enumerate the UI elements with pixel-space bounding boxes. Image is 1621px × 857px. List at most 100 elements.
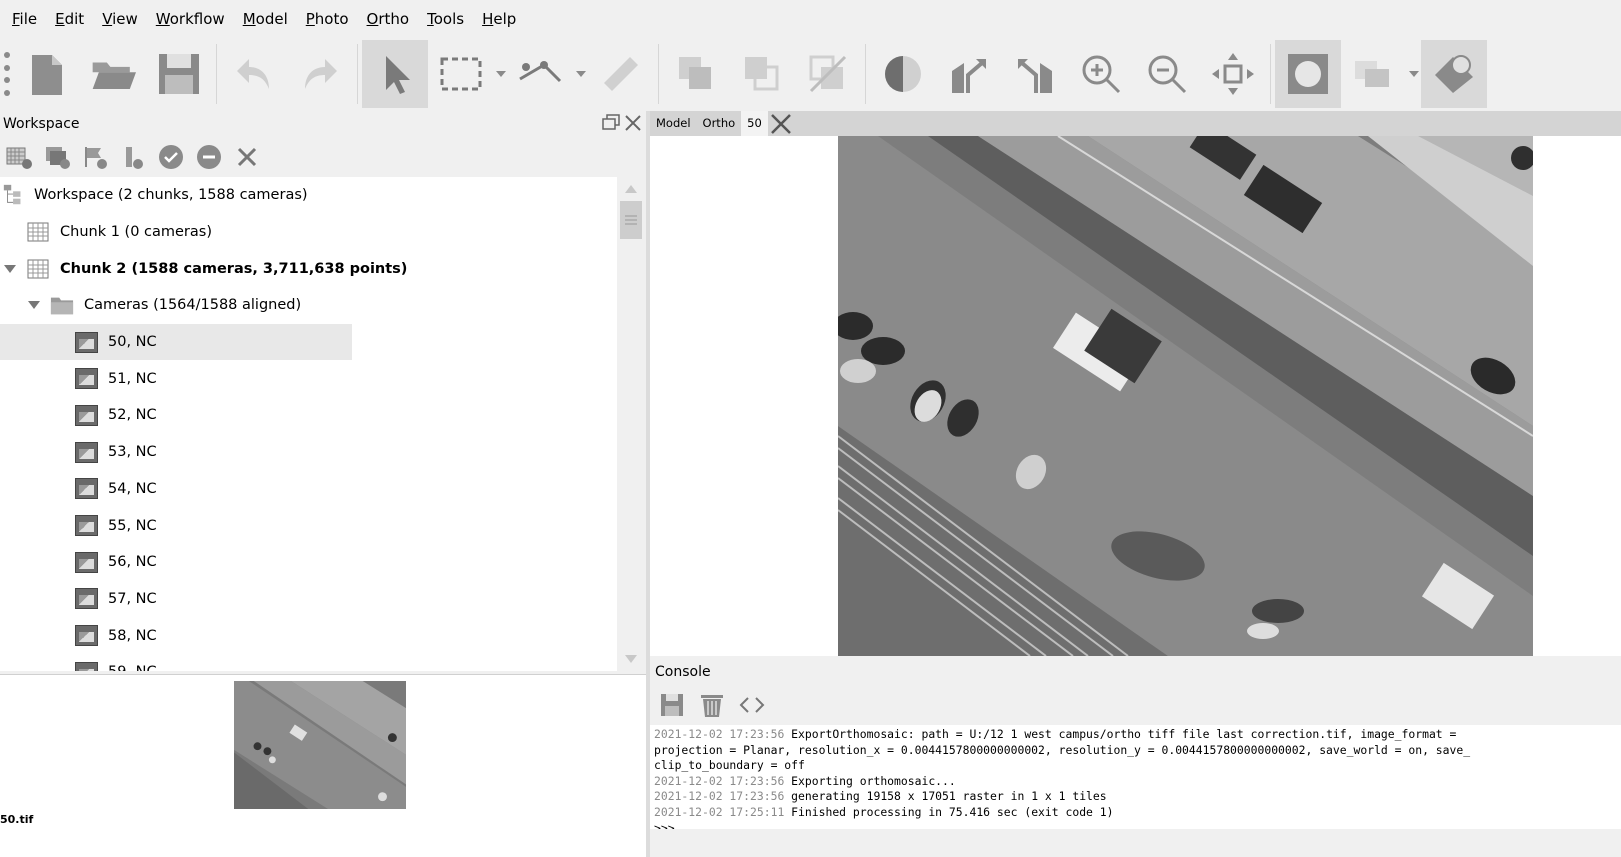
toolbar-separator [357, 44, 358, 104]
menu-model[interactable]: Model [234, 0, 297, 38]
floppy-disk-icon [661, 694, 683, 716]
disable-button[interactable] [195, 143, 223, 171]
photo-icon [75, 478, 98, 500]
undo-button[interactable] [221, 40, 287, 108]
camera-row[interactable]: 55, NC [0, 507, 617, 544]
run-script-button[interactable] [736, 690, 768, 720]
aerial-photo[interactable] [838, 136, 1533, 656]
zoom-in-button[interactable] [1068, 40, 1134, 108]
zoom-out-button[interactable] [1134, 40, 1200, 108]
expand-arrow-icon[interactable] [26, 297, 42, 313]
trash-icon [701, 695, 723, 717]
selection-dropdown[interactable] [494, 71, 508, 77]
chevron-down-icon [1409, 71, 1419, 77]
rotate-right-button[interactable] [936, 40, 1002, 108]
new-document-button[interactable] [14, 40, 80, 108]
subtract-selection-icon [745, 57, 779, 91]
intersect-selection-button[interactable] [795, 40, 861, 108]
menu-tools[interactable]: Tools [418, 0, 473, 38]
redo-button[interactable] [287, 40, 353, 108]
remove-button[interactable] [233, 143, 261, 171]
toolbar-separator [658, 44, 659, 104]
toolbar-separator [1270, 44, 1271, 104]
camera-row[interactable]: 58, NC [0, 617, 617, 654]
add-photos-button[interactable] [43, 143, 71, 171]
camera-label: 53, NC [108, 444, 157, 461]
half-circle-contrast-icon [885, 56, 921, 92]
shapes-button[interactable] [1341, 40, 1407, 108]
tree-row-chunk-1[interactable]: Chunk 1 (0 cameras) [0, 214, 617, 251]
scrollbar-thumb[interactable] [620, 201, 642, 239]
camera-row[interactable]: 51, NC [0, 360, 617, 397]
menu-photo[interactable]: Photo [297, 0, 358, 38]
workspace-scrollbar[interactable] [617, 177, 646, 671]
tab-photo[interactable]: 50 [741, 111, 768, 136]
console-line: 2021-12-02 17:25:11 Finished processing … [654, 804, 1114, 819]
menu-edit[interactable]: Edit [46, 0, 93, 38]
add-marker-button[interactable] [81, 143, 109, 171]
markers-button[interactable] [1421, 40, 1487, 108]
clear-log-button[interactable] [696, 690, 728, 720]
photo-icon [75, 368, 98, 390]
menu-file[interactable]: File [3, 0, 46, 38]
expand-arrow-icon[interactable] [2, 261, 18, 277]
console-line: clip_to_boundary = off [654, 758, 805, 773]
camera-row[interactable]: 52, NC [0, 397, 617, 434]
console-title: Console [655, 664, 711, 680]
console-log[interactable]: 2021-12-02 17:23:56 ExportOrthomosaic: p… [650, 725, 1621, 829]
menu-ortho[interactable]: Ortho [358, 0, 419, 38]
shapes-dropdown[interactable] [1407, 71, 1421, 77]
measure-button[interactable] [588, 40, 654, 108]
camera-row[interactable]: 56, NC [0, 544, 617, 581]
tree-row-workspace[interactable]: Workspace (2 chunks, 1588 cameras) [0, 177, 617, 214]
console-pane: Console 2021-12-02 17:23:56 ExportOrthom… [650, 657, 1621, 857]
workspace-toolbar [0, 137, 646, 177]
add-selection-button[interactable] [663, 40, 729, 108]
save-button[interactable] [146, 40, 212, 108]
navigation-tool-button[interactable] [362, 40, 428, 108]
subtract-selection-button[interactable] [729, 40, 795, 108]
add-chunk-button[interactable] [5, 143, 33, 171]
scalebar-icon [126, 147, 143, 169]
menu-view[interactable]: View [93, 0, 147, 38]
camera-label: 59, NC [108, 664, 157, 671]
camera-row[interactable]: 59, NC [0, 654, 617, 671]
rotate-right-icon [952, 59, 986, 93]
float-window-icon[interactable] [602, 114, 620, 130]
show-mask-button[interactable] [1275, 40, 1341, 108]
save-log-button[interactable] [656, 690, 688, 720]
tab-ortho[interactable]: Ortho [697, 111, 742, 136]
scroll-down-icon[interactable] [625, 655, 637, 663]
contrast-button[interactable] [870, 40, 936, 108]
camera-label: 51, NC [108, 370, 157, 387]
chevron-down-icon [576, 71, 586, 77]
enable-button[interactable] [157, 143, 185, 171]
camera-row[interactable]: 57, NC [0, 581, 617, 618]
camera-row[interactable]: 50, NC [0, 323, 352, 361]
checkmark-circle-icon [159, 145, 183, 169]
tab-model[interactable]: Model [650, 111, 697, 136]
ruler-tool-button[interactable] [508, 40, 574, 108]
add-scalebar-button[interactable] [119, 143, 147, 171]
add-chunk-icon [6, 147, 32, 169]
menu-help[interactable]: Help [473, 0, 525, 38]
reset-view-button[interactable] [1200, 40, 1266, 108]
camera-row[interactable]: 54, NC [0, 471, 617, 508]
photo-view[interactable] [650, 136, 1621, 656]
menu-workflow[interactable]: Workflow [147, 0, 234, 38]
rotate-left-button[interactable] [1002, 40, 1068, 108]
console-line: 2021-12-02 17:23:56 generating 19158 x 1… [654, 789, 1107, 804]
ruler-dropdown[interactable] [574, 71, 588, 77]
preview-thumbnail[interactable] [234, 681, 406, 809]
open-folder-button[interactable] [80, 40, 146, 108]
close-icon[interactable] [624, 114, 642, 132]
close-tab-button[interactable] [768, 111, 794, 136]
tree-row-chunk-2[interactable]: Chunk 2 (1588 cameras, 3,711,638 points) [0, 250, 617, 287]
rectangle-selection-button[interactable] [428, 40, 494, 108]
camera-row[interactable]: 53, NC [0, 434, 617, 471]
photo-icon [75, 331, 98, 353]
scroll-up-icon[interactable] [625, 185, 637, 193]
floppy-disk-icon [159, 54, 199, 94]
toolbar-grip[interactable] [0, 49, 14, 99]
tree-row-cameras[interactable]: Cameras (1564/1588 aligned) [0, 287, 617, 324]
